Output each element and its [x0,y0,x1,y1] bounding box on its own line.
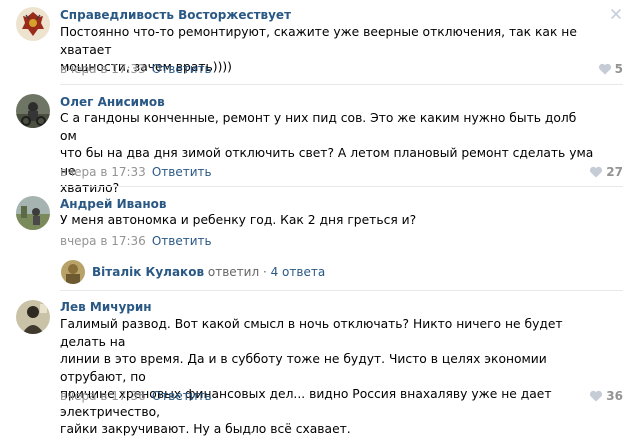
comment-text-line: Постоянно что-то ремонтируют, скажите уж… [60,25,577,57]
like-button[interactable]: 5 [598,62,623,76]
comment-author[interactable]: Андрей Иванов [60,197,166,211]
comment-meta: вчера в 17:33 Ответить [60,62,212,76]
reply-author-name[interactable]: Віталік Кулаков [92,265,204,279]
replies-count-link[interactable]: 4 ответа [271,265,326,279]
comment-text-line: С а гандоны конченные, ремонт у них пид … [60,111,577,143]
comment-meta: вчера в 17:36 Ответить [60,389,212,403]
comment-author[interactable]: Справедливость Восторжествует [60,8,291,22]
comment: Справедливость Восторжествует Постоянно … [0,0,635,85]
heart-icon [598,63,611,75]
comment-text: У меня автономка и ребенку год. Как 2 дн… [60,212,595,230]
like-count: 5 [614,62,623,76]
comment-text-line: Галимый развод. Вот какой смысл в ночь о… [60,317,563,349]
avatar[interactable] [16,7,50,41]
reply-link[interactable]: Ответить [152,389,212,403]
replies-thread[interactable]: Віталік Кулаков ответил · 4 ответа [92,265,325,279]
like-button[interactable]: 27 [589,165,623,179]
comment-meta: вчера в 17:33 Ответить [60,165,212,179]
comment-time[interactable]: вчера в 17:36 [60,234,146,248]
reply-link[interactable]: Ответить [152,165,212,179]
like-count: 36 [606,389,623,403]
comment-text-line: гайки закручивают. Ну а быдло всё схавае… [60,422,351,436]
comment-author[interactable]: Лев Мичурин [60,300,152,314]
reply-link[interactable]: Ответить [152,234,212,248]
comment: Лев Мичурин Галимый развод. Вот какой см… [0,291,635,436]
comment-time[interactable]: вчера в 17:33 [60,165,146,179]
comment: Андрей Иванов У меня автономка и ребенку… [0,187,635,291]
heart-icon [590,166,603,178]
comment-text: Галимый развод. Вот какой смысл в ночь о… [60,316,595,439]
comment-text-line: линии в это время. Да и в субботу тоже н… [60,352,547,384]
like-button[interactable]: 36 [589,389,623,403]
reply-author-avatar[interactable] [61,260,85,284]
avatar[interactable] [16,196,50,230]
thread-separator: · [262,265,267,279]
avatar[interactable] [16,300,50,334]
comment-time[interactable]: вчера в 17:33 [60,62,146,76]
comment-author[interactable]: Олег Анисимов [60,95,165,109]
comment: Олег Анисимов С а гандоны конченные, рем… [0,85,635,195]
reply-link[interactable]: Ответить [152,62,212,76]
avatar[interactable] [16,94,50,128]
comment-text-line: У меня автономка и ребенку год. Как 2 дн… [60,213,417,227]
comment-time[interactable]: вчера в 17:36 [60,389,146,403]
heart-icon [590,390,603,402]
reply-action: ответил [207,265,260,279]
comment-meta: вчера в 17:36 Ответить [60,234,212,248]
comment-text: С а гандоны конченные, ремонт у них пид … [60,110,595,198]
like-count: 27 [606,165,623,179]
